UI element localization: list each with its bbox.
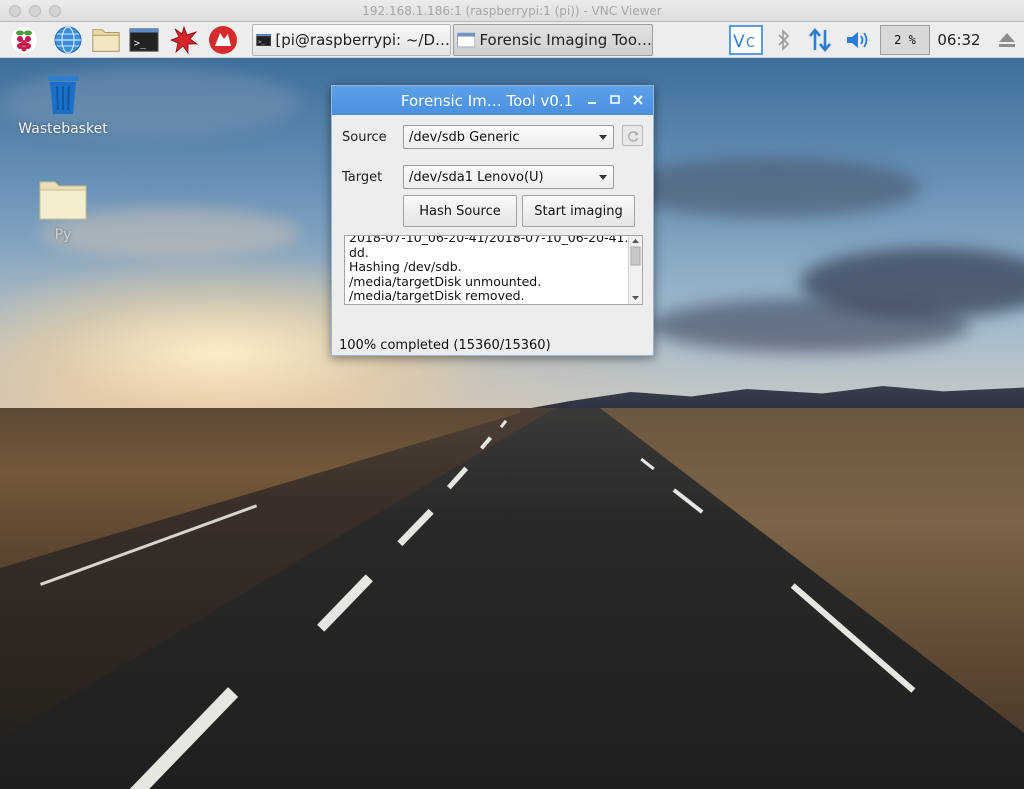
py-folder-label: Py xyxy=(54,227,72,243)
folder-icon xyxy=(39,181,87,220)
progress-status: 100% completed (15360/15360) xyxy=(339,338,551,353)
start-imaging-button[interactable]: Start imaging xyxy=(522,195,635,227)
scroll-down-icon[interactable] xyxy=(632,296,639,300)
source-value: /dev/sdb Generic xyxy=(409,130,520,145)
task-terminal[interactable]: >_ [pi@raspberrypi: ~/D… xyxy=(252,24,451,56)
task-forensic-imaging[interactable]: Forensic Imaging Too… xyxy=(453,24,653,56)
forensic-imaging-window: Forensic Im… Tool v0.1 Source /dev/sdb G… xyxy=(331,85,654,356)
taskbar-panel: >_ >_ [pi@raspberrypi: ~/D… Forensic Ima… xyxy=(0,22,1024,58)
trash-icon xyxy=(48,76,78,114)
clock-text: 06:32 xyxy=(937,31,981,49)
source-select[interactable]: /dev/sdb Generic xyxy=(403,125,614,149)
vnc-window-titlebar: 192.168.1.186:1 (raspberrypi:1 (pi)) - V… xyxy=(0,0,1024,22)
log-textarea[interactable]: 2018-07-10_06-20-41/2018-07-10_06-20-41.… xyxy=(344,235,643,305)
source-label: Source xyxy=(342,130,387,145)
desktop-icon-wastebasket[interactable]: Wastebasket xyxy=(18,72,108,137)
chevron-down-icon xyxy=(599,135,607,140)
cpu-monitor[interactable]: 2 % xyxy=(880,25,930,55)
hash-source-button[interactable]: Hash Source xyxy=(403,195,517,227)
eject-icon[interactable] xyxy=(994,24,1020,56)
desktop-icon-py[interactable]: Py xyxy=(18,176,108,243)
web-browser-icon[interactable] xyxy=(53,25,83,55)
wolfram-icon[interactable] xyxy=(208,25,238,55)
scroll-thumb[interactable] xyxy=(630,246,641,266)
app-title: Forensic Im… Tool v0.1 xyxy=(400,92,574,110)
svg-text:C: C xyxy=(746,36,755,51)
scroll-up-icon[interactable] xyxy=(632,239,639,243)
refresh-button[interactable] xyxy=(622,125,643,146)
clock[interactable]: 06:32 xyxy=(935,24,983,56)
task-terminal-label: [pi@raspberrypi: ~/D… xyxy=(275,31,450,49)
log-scrollbar[interactable] xyxy=(628,236,642,304)
close-button[interactable] xyxy=(628,90,648,110)
network-icon[interactable] xyxy=(805,24,835,56)
svg-text:V: V xyxy=(733,32,745,52)
log-line: 2018-07-10_06-20-41/2018-07-10_06-20-41. xyxy=(349,235,629,245)
minimize-button[interactable] xyxy=(582,90,602,110)
mathematica-icon[interactable] xyxy=(169,25,199,55)
vnc-server-icon[interactable]: V C xyxy=(727,24,765,56)
log-content: 2018-07-10_06-20-41/2018-07-10_06-20-41.… xyxy=(349,235,629,304)
task-forensic-label: Forensic Imaging Too… xyxy=(479,31,652,49)
svg-text:>_: >_ xyxy=(134,38,147,50)
log-line: /media/targetDisk unmounted. xyxy=(349,273,542,289)
maximize-icon xyxy=(610,95,620,104)
app-titlebar[interactable]: Forensic Im… Tool v0.1 xyxy=(332,86,653,115)
vnc-window-title: 192.168.1.186:1 (raspberrypi:1 (pi)) - V… xyxy=(362,4,662,18)
raspberry-menu-icon[interactable] xyxy=(9,25,39,55)
log-line: /media/targetDisk removed. xyxy=(349,288,525,303)
svg-text:>_: >_ xyxy=(258,39,265,45)
maximize-button[interactable] xyxy=(605,90,625,110)
cpu-usage-text: 2 % xyxy=(894,33,916,47)
bluetooth-icon[interactable] xyxy=(772,24,796,56)
log-line: Hashing /dev/sdb. xyxy=(349,259,462,274)
target-label: Target xyxy=(342,170,383,185)
refresh-icon xyxy=(627,130,639,142)
file-manager-icon[interactable] xyxy=(91,25,121,55)
minimize-icon xyxy=(588,102,596,104)
terminal-task-icon: >_ xyxy=(256,33,272,47)
volume-icon[interactable] xyxy=(843,24,873,56)
terminal-icon[interactable]: >_ xyxy=(129,25,159,55)
close-icon xyxy=(633,95,643,105)
chevron-down-icon xyxy=(599,175,607,180)
target-value: /dev/sda1 Lenovo(U) xyxy=(409,170,544,185)
log-line: dd. xyxy=(349,244,369,260)
wastebasket-label: Wastebasket xyxy=(18,121,108,137)
target-select[interactable]: /dev/sda1 Lenovo(U) xyxy=(403,165,614,189)
window-task-icon xyxy=(457,32,476,48)
